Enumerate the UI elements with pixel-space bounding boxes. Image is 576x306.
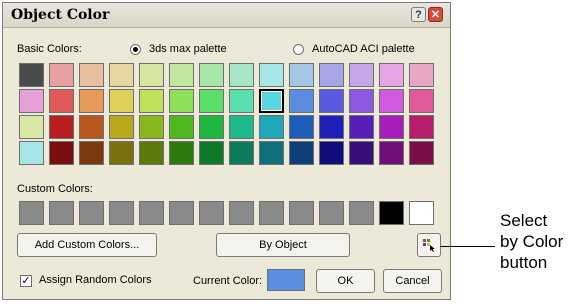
basic-color-swatch[interactable] xyxy=(139,63,164,87)
custom-color-swatch[interactable] xyxy=(139,201,164,225)
custom-color-swatch[interactable] xyxy=(379,201,404,225)
label-3ds-max-palette: 3ds max palette xyxy=(149,43,227,55)
basic-colors-label: Basic Colors: xyxy=(17,43,82,55)
basic-color-swatch[interactable] xyxy=(109,89,134,113)
basic-color-swatch[interactable] xyxy=(379,141,404,165)
custom-color-swatch[interactable] xyxy=(49,201,74,225)
custom-color-swatch[interactable] xyxy=(349,201,374,225)
callout-line-1: Select xyxy=(500,211,548,230)
basic-color-swatch[interactable] xyxy=(319,115,344,139)
basic-color-swatch[interactable] xyxy=(229,63,254,87)
title-bar[interactable]: Object Color ? ✕ xyxy=(3,3,450,28)
basic-color-swatch[interactable] xyxy=(169,115,194,139)
basic-color-swatch[interactable] xyxy=(259,115,284,139)
custom-color-swatch[interactable] xyxy=(79,201,104,225)
radio-autocad-aci-palette[interactable] xyxy=(293,44,304,55)
basic-color-swatch[interactable] xyxy=(19,115,44,139)
callout-line-3: button xyxy=(500,253,548,272)
basic-color-swatch[interactable] xyxy=(109,115,134,139)
basic-color-swatch[interactable] xyxy=(199,89,224,113)
basic-color-swatch[interactable] xyxy=(199,63,224,87)
basic-color-swatch[interactable] xyxy=(409,89,434,113)
assign-random-colors-checkbox[interactable]: ✓ xyxy=(20,275,32,287)
basic-color-swatch[interactable] xyxy=(319,89,344,113)
custom-color-swatch[interactable] xyxy=(109,201,134,225)
label-autocad-aci-palette: AutoCAD ACI palette xyxy=(312,43,415,55)
basic-color-swatch[interactable] xyxy=(79,115,104,139)
basic-color-swatch[interactable] xyxy=(199,141,224,165)
basic-color-swatch[interactable] xyxy=(49,141,74,165)
basic-color-swatch[interactable] xyxy=(409,63,434,87)
basic-color-swatch[interactable] xyxy=(199,115,224,139)
basic-color-swatch[interactable] xyxy=(139,89,164,113)
add-custom-colors-button[interactable]: Add Custom Colors... xyxy=(17,233,157,257)
basic-color-swatch[interactable] xyxy=(349,141,374,165)
basic-color-swatch[interactable] xyxy=(319,141,344,165)
select-by-color-icon xyxy=(423,239,435,252)
custom-color-swatch[interactable] xyxy=(319,201,344,225)
basic-color-swatch[interactable] xyxy=(229,141,254,165)
custom-color-swatch[interactable] xyxy=(289,201,314,225)
custom-color-swatch[interactable] xyxy=(259,201,284,225)
current-color-swatch[interactable] xyxy=(267,269,305,291)
callout-pointer-line xyxy=(440,246,495,247)
callout-line-2: by Color xyxy=(500,232,564,251)
basic-color-swatch[interactable] xyxy=(109,141,134,165)
custom-color-swatch[interactable] xyxy=(199,201,224,225)
ok-button[interactable]: OK xyxy=(316,269,375,293)
custom-color-swatch[interactable] xyxy=(409,201,434,225)
basic-color-swatch[interactable] xyxy=(139,141,164,165)
close-button[interactable]: ✕ xyxy=(428,7,443,22)
basic-color-swatch[interactable] xyxy=(289,115,314,139)
basic-color-swatch[interactable] xyxy=(259,63,284,87)
basic-color-swatch[interactable] xyxy=(349,89,374,113)
basic-color-swatch[interactable] xyxy=(379,115,404,139)
basic-color-swatch[interactable] xyxy=(319,63,344,87)
basic-color-swatch[interactable] xyxy=(349,115,374,139)
basic-color-swatch[interactable] xyxy=(289,63,314,87)
basic-color-swatch[interactable] xyxy=(169,89,194,113)
custom-color-swatch[interactable] xyxy=(169,201,194,225)
basic-color-swatch[interactable] xyxy=(289,89,314,113)
dialog-title: Object Color xyxy=(11,7,110,23)
current-color-label: Current Color: xyxy=(193,275,263,287)
basic-color-swatch[interactable] xyxy=(229,89,254,113)
basic-color-swatch[interactable] xyxy=(19,63,44,87)
basic-color-swatch[interactable] xyxy=(19,89,44,113)
basic-color-swatch[interactable] xyxy=(259,89,284,113)
by-object-button[interactable]: By Object xyxy=(216,233,350,257)
basic-color-swatch[interactable] xyxy=(79,89,104,113)
basic-color-swatch[interactable] xyxy=(49,89,74,113)
basic-color-swatch[interactable] xyxy=(169,141,194,165)
basic-color-swatch[interactable] xyxy=(79,141,104,165)
basic-color-swatch[interactable] xyxy=(379,63,404,87)
basic-color-swatch[interactable] xyxy=(349,63,374,87)
basic-color-swatch[interactable] xyxy=(109,63,134,87)
help-button[interactable]: ? xyxy=(411,7,426,22)
basic-color-swatch[interactable] xyxy=(49,115,74,139)
basic-color-swatch[interactable] xyxy=(229,115,254,139)
basic-color-swatch[interactable] xyxy=(139,115,164,139)
assign-random-colors-label: Assign Random Colors xyxy=(39,274,152,286)
custom-colors-label: Custom Colors: xyxy=(17,183,93,195)
basic-color-swatch[interactable] xyxy=(49,63,74,87)
basic-color-swatch[interactable] xyxy=(19,141,44,165)
basic-color-swatch[interactable] xyxy=(79,63,104,87)
radio-3ds-max-palette[interactable] xyxy=(130,44,141,55)
basic-color-swatch[interactable] xyxy=(409,141,434,165)
select-by-color-button[interactable] xyxy=(417,233,441,257)
basic-color-swatch[interactable] xyxy=(409,115,434,139)
custom-color-swatch[interactable] xyxy=(19,201,44,225)
cancel-button[interactable]: Cancel xyxy=(383,269,442,293)
basic-color-swatch[interactable] xyxy=(289,141,314,165)
basic-color-swatch[interactable] xyxy=(259,141,284,165)
object-color-dialog: Object Color ? ✕ Basic Colors: 3ds max p… xyxy=(2,2,451,300)
callout-annotation: Select by Color button xyxy=(500,210,563,273)
basic-color-swatch[interactable] xyxy=(379,89,404,113)
custom-color-swatch[interactable] xyxy=(229,201,254,225)
basic-color-swatch[interactable] xyxy=(169,63,194,87)
